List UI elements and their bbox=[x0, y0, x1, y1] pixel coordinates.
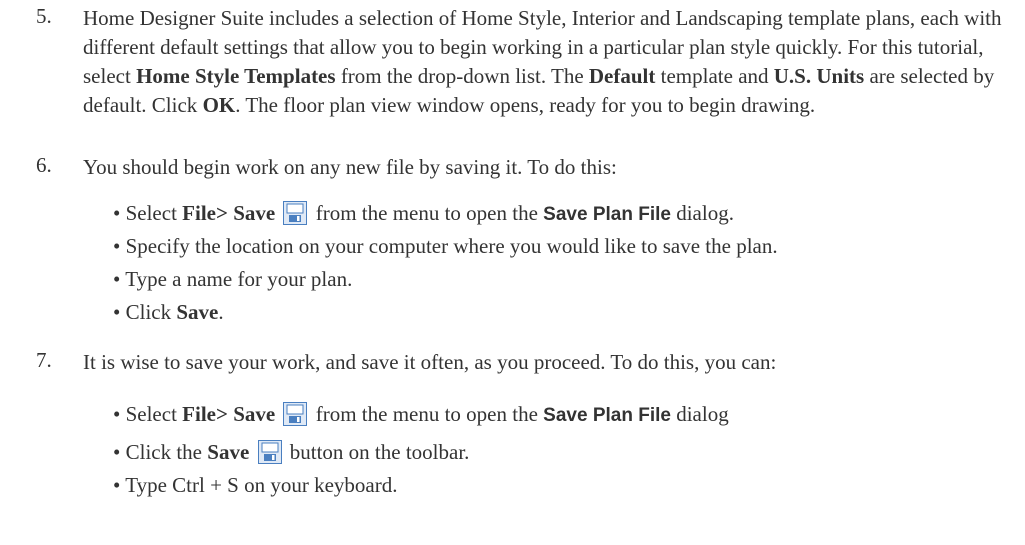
text-run: button on the toolbar. bbox=[284, 440, 470, 464]
bold-term: U.S. Units bbox=[773, 64, 865, 88]
text-run: dialog. bbox=[670, 201, 734, 225]
dialog-name: Save Plan File bbox=[543, 405, 671, 426]
bold-term: Save bbox=[207, 440, 250, 464]
bullet-item: • Select File> Save from the menu to ope… bbox=[113, 197, 1013, 230]
text-run: • Click bbox=[113, 300, 177, 324]
bold-term: Default bbox=[588, 64, 656, 88]
tutorial-page: 5. Home Designer Suite includes a select… bbox=[0, 0, 1025, 545]
save-floppy-icon bbox=[283, 201, 308, 225]
text-run: • Select bbox=[113, 402, 183, 426]
bold-term: Home Style Templates bbox=[136, 64, 336, 88]
text-run: • Click the bbox=[113, 440, 208, 464]
step-6-bullets: • Select File> Save from the menu to ope… bbox=[113, 197, 1013, 329]
step-number: 5. bbox=[36, 4, 52, 28]
text-run: • Select bbox=[113, 201, 183, 225]
text-run: from the drop-down list. The bbox=[335, 64, 589, 88]
step-7-bullets: • Select File> Save from the menu to ope… bbox=[113, 392, 1013, 502]
bold-term: File> Save bbox=[182, 402, 276, 426]
text-run: from the menu to open the bbox=[310, 402, 544, 426]
bold-term: OK bbox=[202, 93, 236, 117]
bullet-item: • Type Ctrl + S on your keyboard. bbox=[113, 473, 398, 497]
text-run: dialog bbox=[670, 402, 729, 426]
bold-term: Save bbox=[176, 300, 219, 324]
bullet-item: • Select File> Save from the menu to ope… bbox=[113, 392, 1013, 436]
save-floppy-icon bbox=[283, 402, 308, 426]
text-run: . bbox=[218, 300, 224, 324]
step-5-text: Home Designer Suite includes a selection… bbox=[83, 4, 1003, 120]
step-7-text: It is wise to save your work, and save i… bbox=[83, 350, 777, 374]
bold-term: File> Save bbox=[182, 201, 276, 225]
bullet-item: • Specify the location on your computer … bbox=[113, 234, 778, 258]
step-number: 6. bbox=[36, 153, 52, 177]
text-run: from the menu to open the bbox=[310, 201, 544, 225]
bullet-item: • Click Save. bbox=[113, 296, 1013, 329]
save-floppy-icon bbox=[257, 440, 282, 464]
dialog-name: Save Plan File bbox=[543, 204, 671, 225]
step-number: 7. bbox=[36, 348, 52, 372]
bullet-item: • Click the Save button on the toolbar. bbox=[113, 436, 1013, 469]
text-run: . The floor plan view window opens, read… bbox=[235, 93, 816, 117]
bullet-item: • Type a name for your plan. bbox=[113, 267, 353, 291]
step-6-text: You should begin work on any new file by… bbox=[83, 155, 617, 179]
text-run: template and bbox=[655, 64, 774, 88]
